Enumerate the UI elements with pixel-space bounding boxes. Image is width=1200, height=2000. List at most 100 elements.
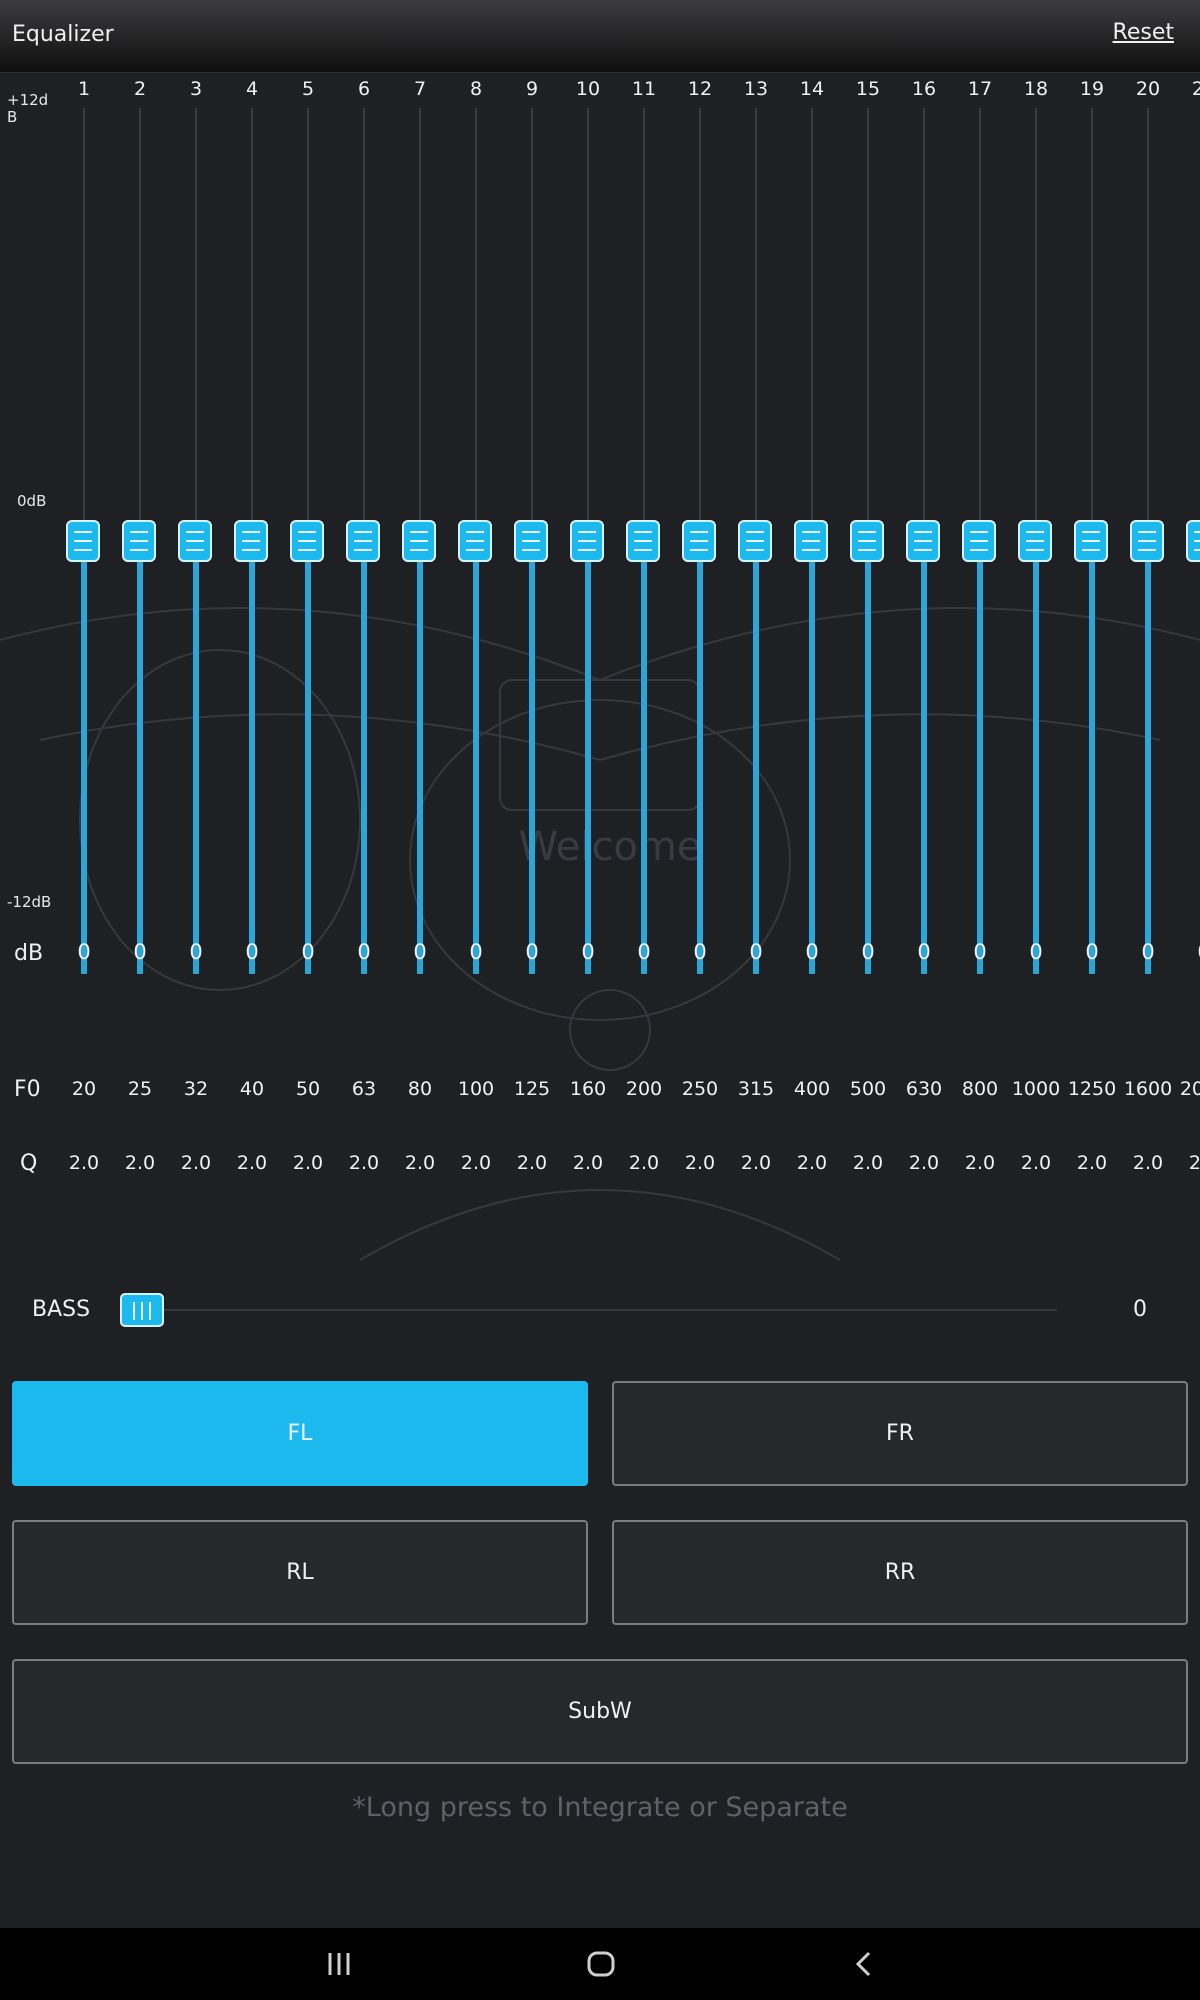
eq-band-6[interactable]: 6 — [336, 72, 392, 1182]
band-slider-handle[interactable] — [122, 520, 156, 562]
band-f0-value: 500 — [849, 1078, 887, 1100]
band-slider-handle[interactable] — [346, 520, 380, 562]
band-db-value: 0 — [917, 940, 931, 964]
band-slider-handle[interactable] — [850, 520, 884, 562]
band-f0-value: 630 — [905, 1078, 943, 1100]
band-q-value: 2.0 — [1020, 1152, 1052, 1174]
band-slider-fill — [249, 541, 255, 974]
home-button[interactable] — [561, 1928, 641, 2000]
f0-row-label: F0 — [14, 1077, 41, 1102]
channel-rl-button[interactable]: RL — [12, 1520, 588, 1625]
band-slider-handle[interactable] — [1074, 520, 1108, 562]
eq-band-2[interactable]: 2 — [112, 72, 168, 1182]
band-slider-fill — [865, 541, 871, 974]
band-db-value: 0 — [749, 940, 763, 964]
eq-band-11[interactable]: 11 — [616, 72, 672, 1182]
band-slider-handle[interactable] — [626, 520, 660, 562]
eq-band-13[interactable]: 13 — [728, 72, 784, 1182]
scale-min-label: -12dB — [7, 893, 52, 911]
band-q-value: 2.0 — [852, 1152, 884, 1174]
eq-band-10[interactable]: 10 — [560, 72, 616, 1182]
band-slider-handle[interactable] — [514, 520, 548, 562]
band-f0-value: 1000 — [1011, 1078, 1061, 1100]
channel-fl-button[interactable]: FL — [12, 1381, 588, 1486]
eq-band-4[interactable]: 4 — [224, 72, 280, 1182]
band-number: 10 — [575, 78, 601, 100]
eq-band-3[interactable]: 3 — [168, 72, 224, 1182]
band-db-value: 0 — [693, 940, 707, 964]
band-f0-value: 40 — [239, 1078, 265, 1100]
eq-band-19[interactable]: 19 — [1064, 72, 1120, 1182]
scale-zero-label: 0dB — [17, 492, 47, 510]
eq-band-8[interactable]: 8 — [448, 72, 504, 1182]
band-f0-value: 50 — [295, 1078, 321, 1100]
bass-slider-thumb[interactable] — [120, 1293, 164, 1327]
band-db-value: 0 — [1029, 940, 1043, 964]
back-button[interactable] — [824, 1928, 904, 2000]
db-row-label: dB — [14, 941, 44, 966]
band-slider-handle[interactable] — [458, 520, 492, 562]
page-title: Equalizer — [12, 22, 114, 47]
eq-band-12[interactable]: 12 — [672, 72, 728, 1182]
band-db-value: 0 — [581, 940, 595, 964]
eq-band-20[interactable]: 20 — [1120, 72, 1176, 1182]
band-number: 5 — [301, 78, 315, 100]
band-slider-fill — [921, 541, 927, 974]
band-slider-handle[interactable] — [570, 520, 604, 562]
band-q-value: 2.0 — [460, 1152, 492, 1174]
channel-rr-button[interactable]: RR — [612, 1520, 1188, 1625]
eq-band-5[interactable]: 5 — [280, 72, 336, 1182]
channel-subw-button[interactable]: SubW — [12, 1659, 1188, 1764]
band-slider-handle[interactable] — [234, 520, 268, 562]
reset-button[interactable]: Reset — [1113, 20, 1174, 45]
eq-band-7[interactable]: 7 — [392, 72, 448, 1182]
bass-value: 0 — [1133, 1297, 1147, 1322]
band-slider-handle[interactable] — [682, 520, 716, 562]
home-icon — [587, 1951, 615, 1977]
band-slider-handle[interactable] — [1186, 520, 1200, 562]
band-db-value: 0 — [413, 940, 427, 964]
back-icon — [855, 1951, 871, 1977]
band-slider-fill — [137, 541, 143, 974]
band-slider-handle[interactable] — [906, 520, 940, 562]
band-slider-handle[interactable] — [290, 520, 324, 562]
band-f0-value: 2000 — [1179, 1078, 1200, 1100]
band-number: 3 — [189, 78, 203, 100]
eq-band-9[interactable]: 9 — [504, 72, 560, 1182]
eq-band-16[interactable]: 16 — [896, 72, 952, 1182]
band-slider-handle[interactable] — [402, 520, 436, 562]
eq-band-21[interactable]: 21 — [1176, 72, 1200, 1182]
band-slider-fill — [193, 541, 199, 974]
band-number: 20 — [1135, 78, 1161, 100]
band-q-value: 2.0 — [908, 1152, 940, 1174]
band-slider-handle[interactable] — [1018, 520, 1052, 562]
band-f0-value: 1250 — [1067, 1078, 1117, 1100]
eq-band-17[interactable]: 17 — [952, 72, 1008, 1182]
band-q-value: 2.0 — [180, 1152, 212, 1174]
band-slider-handle[interactable] — [66, 520, 100, 562]
eq-band-18[interactable]: 18 — [1008, 72, 1064, 1182]
band-q-value: 2.0 — [516, 1152, 548, 1174]
band-q-value: 2.0 — [348, 1152, 380, 1174]
band-number: 8 — [469, 78, 483, 100]
band-slider-handle[interactable] — [738, 520, 772, 562]
band-slider-handle[interactable] — [962, 520, 996, 562]
band-db-value: 0 — [861, 940, 875, 964]
channel-fr-button[interactable]: FR — [612, 1381, 1188, 1486]
eq-band-15[interactable]: 15 — [840, 72, 896, 1182]
band-slider-fill — [81, 541, 87, 974]
eq-band-14[interactable]: 14 — [784, 72, 840, 1182]
band-f0-value: 160 — [569, 1078, 607, 1100]
band-slider-fill — [753, 541, 759, 974]
band-f0-value: 1600 — [1123, 1078, 1173, 1100]
bass-slider-track[interactable] — [142, 1309, 1057, 1311]
recents-button[interactable] — [299, 1928, 379, 2000]
band-q-value: 2.0 — [1188, 1152, 1200, 1174]
band-f0-value: 800 — [961, 1078, 999, 1100]
band-db-value: 0 — [469, 940, 483, 964]
band-slider-handle[interactable] — [794, 520, 828, 562]
band-slider-handle[interactable] — [178, 520, 212, 562]
band-f0-value: 63 — [351, 1078, 377, 1100]
band-slider-handle[interactable] — [1130, 520, 1164, 562]
eq-band-1[interactable]: 1 — [56, 72, 112, 1182]
